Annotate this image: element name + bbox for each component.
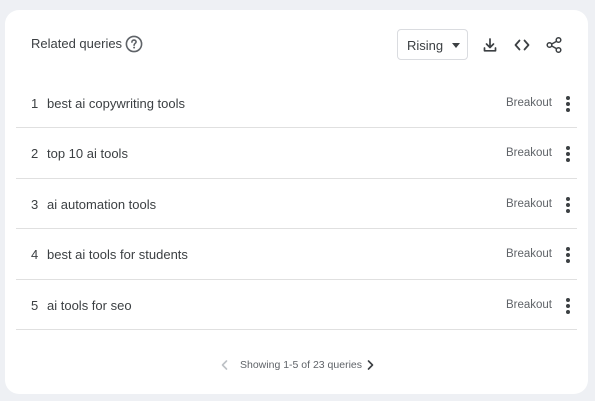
more-vert-icon[interactable] <box>561 144 575 164</box>
caret-down-icon <box>452 43 460 48</box>
query-text[interactable]: best ai copywriting tools <box>47 96 185 111</box>
query-row[interactable]: 3 ai automation tools Breakout <box>16 179 577 230</box>
query-text[interactable]: best ai tools for students <box>47 247 188 262</box>
query-value: Breakout <box>505 97 552 109</box>
queries-list: 1 best ai copywriting tools Breakout 2 t… <box>16 78 577 330</box>
more-vert-icon[interactable] <box>561 94 575 114</box>
query-text[interactable]: ai automation tools <box>47 197 156 212</box>
query-rank: 2 <box>31 146 39 162</box>
query-row[interactable]: 1 best ai copywriting tools Breakout <box>16 78 577 129</box>
chevron-left-icon <box>221 360 228 370</box>
query-text[interactable]: top 10 ai tools <box>47 146 128 161</box>
embed-code-icon[interactable] <box>513 36 531 54</box>
more-vert-icon[interactable] <box>561 296 575 316</box>
more-vert-icon[interactable] <box>561 195 575 215</box>
query-row[interactable]: 5 ai tools for seo Breakout <box>16 280 577 330</box>
more-vert-icon[interactable] <box>561 245 575 265</box>
query-value: Breakout <box>505 248 552 261</box>
query-value: Breakout <box>505 147 552 160</box>
query-rank: 3 <box>31 196 39 212</box>
query-row[interactable]: 2 top 10 ai tools Breakout <box>16 128 577 179</box>
related-queries-card: Related queries Rising 1 best ai copywri… <box>5 10 588 394</box>
chevron-right-icon[interactable] <box>363 358 377 372</box>
pagination: Showing 1-5 of 23 queries <box>5 356 588 374</box>
share-icon[interactable] <box>545 36 563 54</box>
query-rank: 5 <box>31 297 39 313</box>
query-value: Breakout <box>505 197 552 210</box>
query-text[interactable]: ai tools for seo <box>47 298 132 313</box>
query-rank: 1 <box>31 96 39 111</box>
query-rank: 4 <box>31 247 39 263</box>
download-icon[interactable] <box>481 36 499 54</box>
pagination-text: Showing 1-5 of 23 queries <box>240 359 362 371</box>
select-label: Rising <box>407 38 444 53</box>
rising-top-select[interactable]: Rising <box>397 29 468 60</box>
card-header: Related queries Rising <box>5 10 588 80</box>
query-value: Breakout <box>505 298 552 311</box>
card-title: Related queries <box>31 36 123 51</box>
help-circle-icon[interactable] <box>125 35 143 53</box>
query-row[interactable]: 4 best ai tools for students Breakout <box>16 229 577 280</box>
